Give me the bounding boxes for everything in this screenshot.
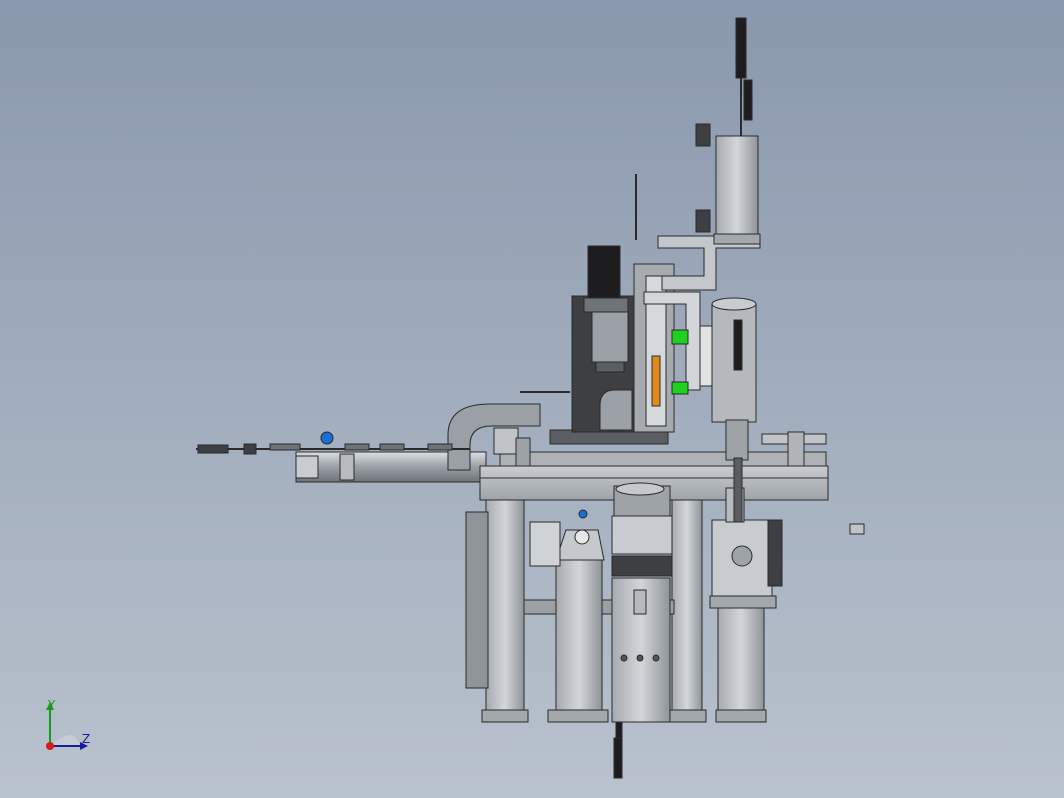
triad-labels: Y Z (40, 698, 100, 760)
machine-assembly-model[interactable] (196, 17, 865, 779)
top-vertical-cylinder[interactable] (695, 17, 761, 245)
y-axis-label: Y (48, 698, 56, 712)
servo-motor[interactable] (583, 174, 637, 373)
z-axis-label: Z (82, 732, 91, 746)
bottom-connector[interactable] (613, 737, 623, 779)
lift-cylinder-left[interactable] (529, 509, 609, 723)
cad-graphics-viewport[interactable] (0, 0, 1064, 798)
right-lift-unit[interactable] (709, 487, 783, 723)
center-gripper-unit[interactable] (611, 482, 673, 779)
